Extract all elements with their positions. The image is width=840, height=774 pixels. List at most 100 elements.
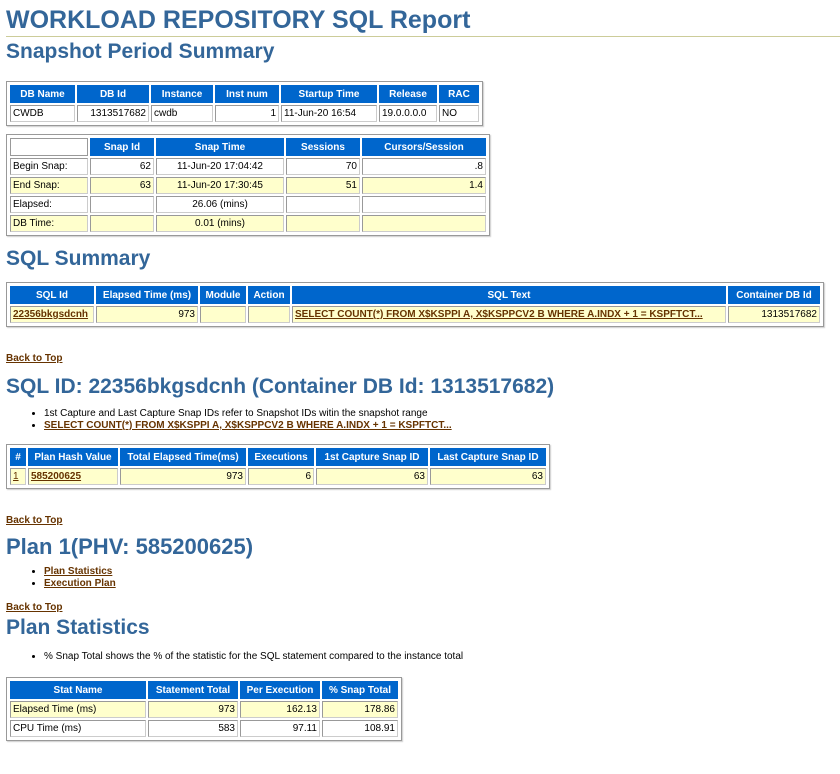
col-per-execution: Per Execution [240,681,320,699]
row-label: Begin Snap: [10,158,88,175]
elapsed-time-value: 973 [96,306,198,323]
capture-note: 1st Capture and Last Capture Snap IDs re… [44,408,834,420]
snap-id-value [90,196,154,213]
plan-link-item: Plan Statistics [44,566,834,578]
col-sql-text: SQL Text [292,286,726,304]
container-db-id-value: 1313517682 [728,306,820,323]
sql-text-cell: SELECT COUNT(*) FROM X$KSPPI A, X$KSPPCV… [292,306,726,323]
col-cursors-session: Cursors/Session [362,138,486,156]
plan-hash-link[interactable]: 585200625 [31,471,81,482]
snap-total-note: % Snap Total shows the % of the statisti… [44,651,834,663]
row-label: Elapsed: [10,196,88,213]
table-row: 1 585200625 973 6 63 63 [10,468,546,485]
snap-time-value: 26.06 (mins) [156,196,284,213]
table-row: Begin Snap: 62 11-Jun-20 17:04:42 70 .8 [10,158,486,175]
table-header-row: # Plan Hash Value Total Elapsed Time(ms)… [10,448,546,466]
col-db-id: DB Id [77,85,149,103]
plan-statistics-table: Stat Name Statement Total Per Execution … [6,677,402,741]
sql-text-note-item: SELECT COUNT(*) FROM X$KSPPI A, X$KSPPCV… [44,420,834,432]
table-row: End Snap: 63 11-Jun-20 17:30:45 51 1.4 [10,177,486,194]
startup-time-value: 11-Jun-20 16:54 [281,105,377,122]
sql-id-link[interactable]: 22356bkgsdcnh [13,309,88,320]
plan-hash-cell: 585200625 [28,468,118,485]
col-sql-id: SQL Id [10,286,94,304]
col-db-name: DB Name [10,85,75,103]
cursors-session-value: 1.4 [362,177,486,194]
per-execution-value: 97.11 [240,720,320,737]
db-name-value: CWDB [10,105,75,122]
sql-summary-heading: SQL Summary [6,247,151,270]
col-plan-hash-value: Plan Hash Value [28,448,118,466]
col-inst-num: Inst num [215,85,279,103]
col-sessions: Sessions [286,138,360,156]
snap-time-value: 11-Jun-20 17:30:45 [156,177,284,194]
snapshot-table: Snap Id Snap Time Sessions Cursors/Sessi… [6,134,490,236]
col-snap-total: % Snap Total [322,681,398,699]
col-action: Action [248,286,290,304]
col-release: Release [379,85,437,103]
col-number: # [10,448,26,466]
snap-id-value [90,215,154,232]
snap-total-value: 178.86 [322,701,398,718]
table-row: CPU Time (ms) 583 97.11 108.91 [10,720,398,737]
cursors-session-value [362,215,486,232]
table-row: CWDB 1313517682 cwdb 1 11-Jun-20 16:54 1… [10,105,479,122]
rac-value: NO [439,105,479,122]
instance-value: cwdb [151,105,213,122]
col-elapsed-time: Elapsed Time (ms) [96,286,198,304]
plan-statistics-notes: % Snap Total shows the % of the statisti… [6,651,834,663]
table-header-row: SQL Id Elapsed Time (ms) Module Action S… [10,286,820,304]
back-to-top-link[interactable]: Back to Top [6,515,62,526]
last-capture-value: 63 [430,468,546,485]
row-label: End Snap: [10,177,88,194]
cursors-session-value [362,196,486,213]
sql-id-heading: SQL ID: 22356bkgsdcnh (Container DB Id: … [6,375,555,398]
col-startup-time: Startup Time [281,85,377,103]
db-id-value: 1313517682 [77,105,149,122]
table-header-row: Stat Name Statement Total Per Execution … [10,681,398,699]
col-snap-id: Snap Id [90,138,154,156]
back-to-top-link[interactable]: Back to Top [6,353,62,364]
executions-value: 6 [248,468,314,485]
col-instance: Instance [151,85,213,103]
execution-plan-link[interactable]: Execution Plan [44,578,116,589]
col-stat-name: Stat Name [10,681,146,699]
col-last-capture: Last Capture Snap ID [430,448,546,466]
snap-time-value: 11-Jun-20 17:04:42 [156,158,284,175]
total-elapsed-value: 973 [120,468,246,485]
sessions-value: 70 [286,158,360,175]
table-row: Elapsed: 26.06 (mins) [10,196,486,213]
col-container-db-id: Container DB Id [728,286,820,304]
table-row: Elapsed Time (ms) 973 162.13 178.86 [10,701,398,718]
sql-text-link[interactable]: SELECT COUNT(*) FROM X$KSPPI A, X$KSPPCV… [295,309,703,320]
row-label: DB Time: [10,215,88,232]
stat-name-value: CPU Time (ms) [10,720,146,737]
first-capture-value: 63 [316,468,428,485]
plan-number-link[interactable]: 1 [13,471,19,482]
plan-statistics-link[interactable]: Plan Statistics [44,566,112,577]
col-executions: Executions [248,448,314,466]
cursors-session-value: .8 [362,158,486,175]
action-value [248,306,290,323]
plan-links: Plan Statistics Execution Plan [6,566,834,590]
inst-num-value: 1 [215,105,279,122]
plan-statistics-heading: Plan Statistics [6,616,150,639]
snap-id-value: 62 [90,158,154,175]
snap-time-value: 0.01 (mins) [156,215,284,232]
sessions-value [286,215,360,232]
snap-total-value: 108.91 [322,720,398,737]
db-info-table: DB Name DB Id Instance Inst num Startup … [6,81,483,126]
sql-text-link[interactable]: SELECT COUNT(*) FROM X$KSPPI A, X$KSPPCV… [44,420,452,431]
sql-summary-table: SQL Id Elapsed Time (ms) Module Action S… [6,282,824,327]
table-header-row: DB Name DB Id Instance Inst num Startup … [10,85,479,103]
plan-heading: Plan 1(PHV: 585200625) [6,534,254,559]
per-execution-value: 162.13 [240,701,320,718]
col-rac: RAC [439,85,479,103]
release-value: 19.0.0.0.0 [379,105,437,122]
col-blank [10,138,88,156]
snap-id-value: 63 [90,177,154,194]
stat-name-value: Elapsed Time (ms) [10,701,146,718]
module-value [200,306,246,323]
plan-link-item: Execution Plan [44,578,834,590]
back-to-top-link[interactable]: Back to Top [6,602,62,613]
